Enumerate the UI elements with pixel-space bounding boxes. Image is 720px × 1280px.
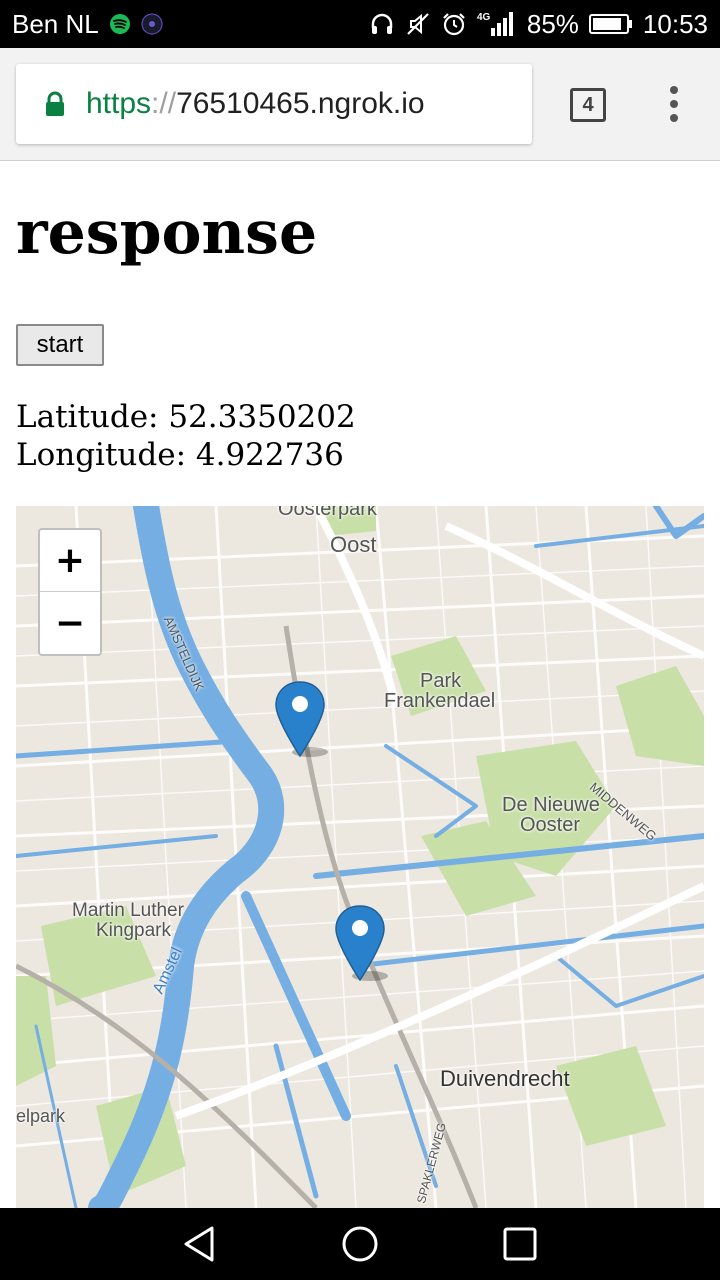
home-icon[interactable] (338, 1222, 382, 1266)
url-scheme: https (86, 87, 152, 120)
clock: 10:53 (642, 8, 708, 39)
coordinates: Latitude: 52.3350202 Longitude: 4.922736 (16, 398, 356, 474)
status-left: Ben NL (12, 9, 163, 40)
battery-icon (588, 13, 633, 35)
menu-dot (670, 114, 678, 122)
map-label-park-frankendael-2: Frankendael (384, 690, 496, 712)
zoom-out-button[interactable]: − (40, 592, 100, 654)
map-label-elpark: elpark (16, 1106, 66, 1126)
address-bar[interactable]: https://76510465.ngrok.io (16, 64, 532, 144)
url-separator: :// (151, 87, 177, 120)
status-right: 4G 85% 10:53 (369, 9, 708, 40)
carrier-label: Ben NL (12, 8, 99, 39)
map-label-duivendrecht: Duivendrecht (440, 1066, 570, 1091)
app-icon (141, 13, 163, 35)
signal-icon: 4G (477, 10, 517, 38)
map-label-oosterpark: Oosterpark (278, 506, 377, 520)
zoom-in-button[interactable]: + (40, 530, 100, 592)
zoom-control: + − (38, 528, 102, 656)
battery-percent: 85% (526, 8, 579, 39)
headphones-icon (369, 11, 395, 37)
map-label-martin-luther-1: Martin Luther (72, 900, 184, 921)
alarm-icon (441, 11, 467, 37)
browser-toolbar: https://76510465.ngrok.io 4 (0, 48, 720, 161)
network-label: 4G (477, 12, 491, 23)
map[interactable]: Oosterpark Oost AMSTELDIJK Park Frankend… (16, 506, 704, 1208)
tab-switcher-button[interactable]: 4 (570, 88, 606, 122)
start-button[interactable]: start (16, 324, 104, 366)
map-tiles (16, 506, 704, 1208)
latitude-text: Latitude: 52.3350202 (16, 399, 356, 435)
map-label-oost: Oost (330, 532, 377, 557)
map-label-martin-luther-2: Kingpark (96, 920, 171, 941)
url-host: 76510465.ngrok.io (176, 87, 425, 120)
navigation-bar (0, 1208, 720, 1280)
recents-icon[interactable] (498, 1222, 542, 1266)
spotify-icon (109, 13, 131, 35)
menu-dot (670, 100, 678, 108)
overflow-menu-button[interactable] (656, 84, 692, 124)
mute-icon (405, 11, 431, 37)
page-title: response (16, 198, 318, 268)
map-label-nieuwe-ooster-2: Ooster (520, 814, 581, 836)
lock-icon (44, 91, 66, 117)
back-icon[interactable] (178, 1222, 222, 1266)
longitude-text: Longitude: 4.922736 (16, 437, 344, 473)
menu-dot (670, 86, 678, 94)
status-bar: Ben NL 4G 85% 10:53 (0, 0, 720, 48)
